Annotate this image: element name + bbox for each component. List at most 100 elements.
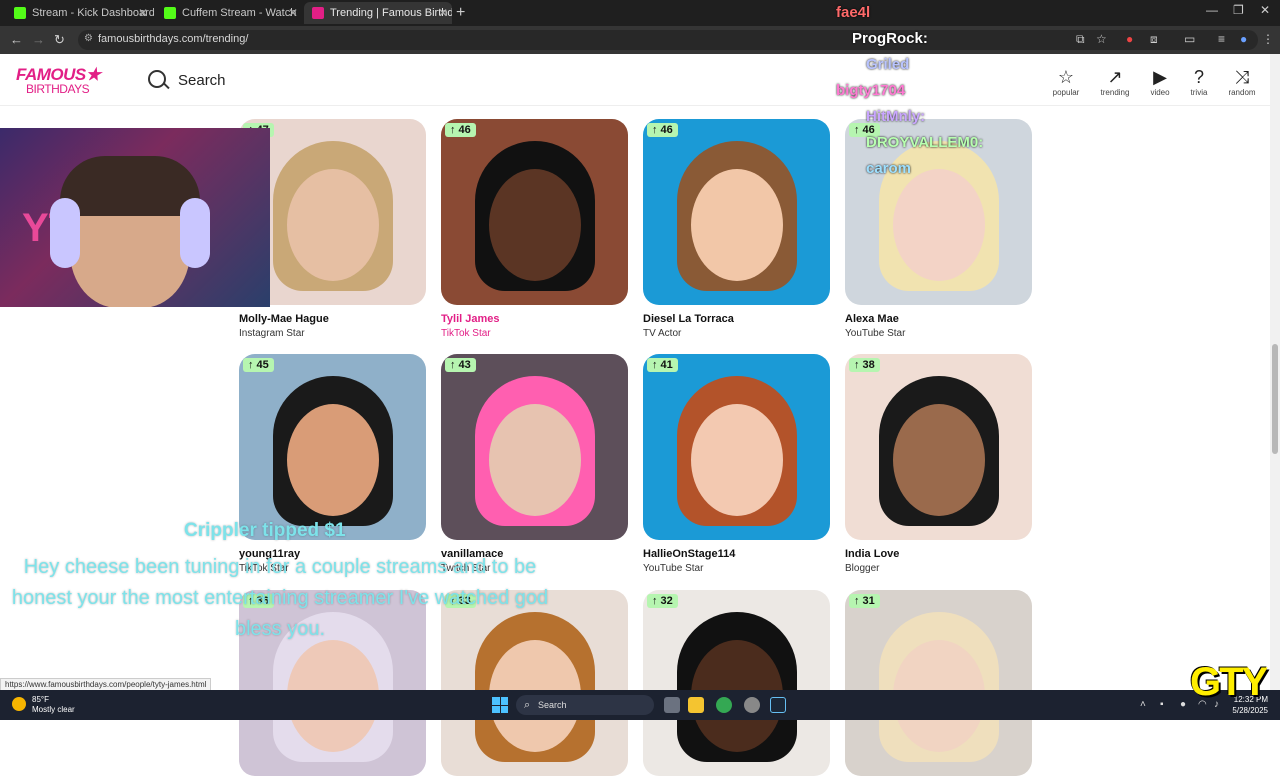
celebrity-photo[interactable]: ↑ 32 xyxy=(643,590,830,776)
trending-rank-badge: ↑ 38 xyxy=(849,358,880,372)
task-view-icon[interactable] xyxy=(664,697,680,713)
headphone-icon xyxy=(50,198,80,268)
clock-date: 5/28/2025 xyxy=(1232,706,1268,715)
celebrity-name[interactable]: India Love xyxy=(845,548,899,560)
maximize-icon[interactable]: ❐ xyxy=(1233,3,1244,17)
nav-trivia[interactable]: ? trivia xyxy=(1179,66,1219,97)
celebrity-role: TikTok Star xyxy=(441,328,491,339)
obs-icon[interactable] xyxy=(744,697,760,713)
trending-rank-badge: ↑ 46 xyxy=(445,123,476,137)
chat-username: bigty1704 xyxy=(836,82,906,99)
streamer-webcam-overlay: YTG xyxy=(0,128,270,307)
chat-username: carom xyxy=(866,160,912,177)
nav-video[interactable]: ▶ video xyxy=(1140,66,1180,97)
tray-chevron-icon[interactable]: ˄ xyxy=(1140,699,1146,710)
chat-username: DROYVALLEM0: xyxy=(866,134,984,151)
site-info-icon[interactable]: ⚙ xyxy=(84,33,93,44)
tab-title: Cuffem Stream - Watch Live on xyxy=(182,7,296,19)
kick-favicon-icon xyxy=(164,7,176,19)
celebrity-role: Instagram Star xyxy=(239,328,305,339)
tab-close-icon[interactable]: ✕ xyxy=(138,2,148,24)
celebrity-role: YouTube Star xyxy=(845,328,906,339)
celebrity-photo[interactable]: ↑ 31 xyxy=(845,590,1032,776)
reload-icon[interactable]: ↻ xyxy=(54,32,65,48)
chrome-icon[interactable] xyxy=(716,697,732,713)
celebrity-name[interactable]: Alexa Mae xyxy=(845,313,899,325)
microphone-icon[interactable]: ● xyxy=(1180,699,1186,710)
search-icon[interactable] xyxy=(148,70,166,88)
page-scrollbar[interactable] xyxy=(1270,54,1280,690)
windows-start-icon[interactable] xyxy=(492,697,508,713)
celebrity-photo[interactable]: ↑ 46 xyxy=(441,119,628,305)
tab-cuffem-stream[interactable]: Cuffem Stream - Watch Live on xyxy=(156,2,296,24)
scrollbar-thumb[interactable] xyxy=(1272,344,1278,454)
extensions-puzzle-icon[interactable]: ⧈ xyxy=(1150,32,1158,47)
trending-rank-badge: ↑ 46 xyxy=(647,123,678,137)
celebrity-role: YouTube Star xyxy=(643,563,704,574)
celebrity-name[interactable]: Tylil James xyxy=(441,313,500,325)
downloads-icon[interactable]: ≡ xyxy=(1218,32,1225,46)
question-icon: ? xyxy=(1193,67,1204,87)
chat-message: fae4l xyxy=(812,4,1132,30)
photo-face xyxy=(488,404,581,516)
tab-famous-birthdays[interactable]: Trending | Famous Birthdays xyxy=(304,2,452,24)
tab-close-icon[interactable]: ✕ xyxy=(438,2,448,24)
sun-icon xyxy=(12,697,26,711)
celebrity-name[interactable]: Molly-Mae Hague xyxy=(239,313,329,325)
trending-rank-badge: ↑ 32 xyxy=(647,594,678,608)
kick-favicon-icon xyxy=(14,7,26,19)
chat-message: Griled xyxy=(812,56,1132,82)
tab-kick-dashboard[interactable]: Stream - Kick Dashboard xyxy=(6,2,154,24)
windows-taskbar: 85°F Mostly clear Search ˄ ▪ ● ◠ ♪ 12:32… xyxy=(0,690,1280,720)
minimize-icon[interactable]: — xyxy=(1206,3,1218,17)
back-icon[interactable]: ← xyxy=(10,32,23,47)
sidebar-icon[interactable]: ▭ xyxy=(1184,32,1195,46)
nav-random[interactable]: ⤨ random xyxy=(1222,66,1262,97)
nav-label: video xyxy=(1150,88,1170,97)
celebrity-role: TV Actor xyxy=(643,328,682,339)
chat-username: Griled xyxy=(866,56,910,73)
chat-message: bigty1704 xyxy=(812,82,1132,108)
chat-username: HitMnly: xyxy=(866,108,926,125)
stream-watermark-logo: GTY xyxy=(1190,660,1268,704)
tab-title: Trending | Famous Birthdays xyxy=(330,7,452,19)
photo-face xyxy=(690,404,783,516)
celebrity-photo[interactable]: ↑ 45 xyxy=(239,354,426,540)
file-explorer-icon[interactable] xyxy=(688,697,704,713)
celebrity-photo[interactable]: ↑ 46 xyxy=(643,119,830,305)
streamer-hair xyxy=(60,156,200,216)
window-close-icon[interactable]: ✕ xyxy=(1260,3,1270,17)
chat-username: ProgRock: xyxy=(852,30,928,47)
new-tab-icon[interactable]: + xyxy=(456,2,465,24)
taskbar-search[interactable]: Search xyxy=(516,695,654,715)
search-input[interactable]: Search xyxy=(178,72,226,89)
menu-kebab-icon[interactable]: ⋮ xyxy=(1262,32,1274,46)
photo-face xyxy=(690,169,783,281)
trending-rank-badge: ↑ 43 xyxy=(445,358,476,372)
video-icon: ▶ xyxy=(1153,67,1167,87)
celebrity-photo[interactable]: ↑ 43 xyxy=(441,354,628,540)
stream-chat-overlay: fae4l ProgRock: Griled bigty1704 HitMnly: DRO… xyxy=(812,4,1132,186)
chat-message: ProgRock: xyxy=(812,30,1132,56)
celebrity-photo[interactable]: ↑ 38 xyxy=(845,354,1032,540)
celebrity-name[interactable]: HallieOnStage114 xyxy=(643,548,735,560)
trending-rank-badge: ↑ 31 xyxy=(849,594,880,608)
nav-label: trivia xyxy=(1190,88,1208,97)
logo-text-bottom: BIRTHDAYS xyxy=(26,82,90,96)
celebrity-photo[interactable]: ↑ 41 xyxy=(643,354,830,540)
photo-face xyxy=(892,404,985,516)
photo-face xyxy=(488,169,581,281)
tip-alert-title: Crippler tipped $1 xyxy=(184,520,346,541)
famous-birthdays-logo[interactable]: FAMOUS★ BIRTHDAYS xyxy=(16,66,101,96)
weather-widget[interactable]: 85°F Mostly clear xyxy=(12,695,75,715)
profile-avatar-icon[interactable]: ● xyxy=(1240,32,1247,46)
photo-face xyxy=(286,169,379,281)
tab-close-icon[interactable]: ✕ xyxy=(288,2,298,24)
tab-title: Stream - Kick Dashboard xyxy=(32,7,154,19)
celebrity-role: Blogger xyxy=(845,563,880,574)
tray-app-icon[interactable]: ▪ xyxy=(1160,699,1164,710)
steam-icon[interactable] xyxy=(770,697,786,713)
forward-icon[interactable]: → xyxy=(32,32,45,47)
tip-alert-message: Hey cheese been tuning in for a couple s… xyxy=(11,556,549,640)
celebrity-name[interactable]: Diesel La Torraca xyxy=(643,313,734,325)
